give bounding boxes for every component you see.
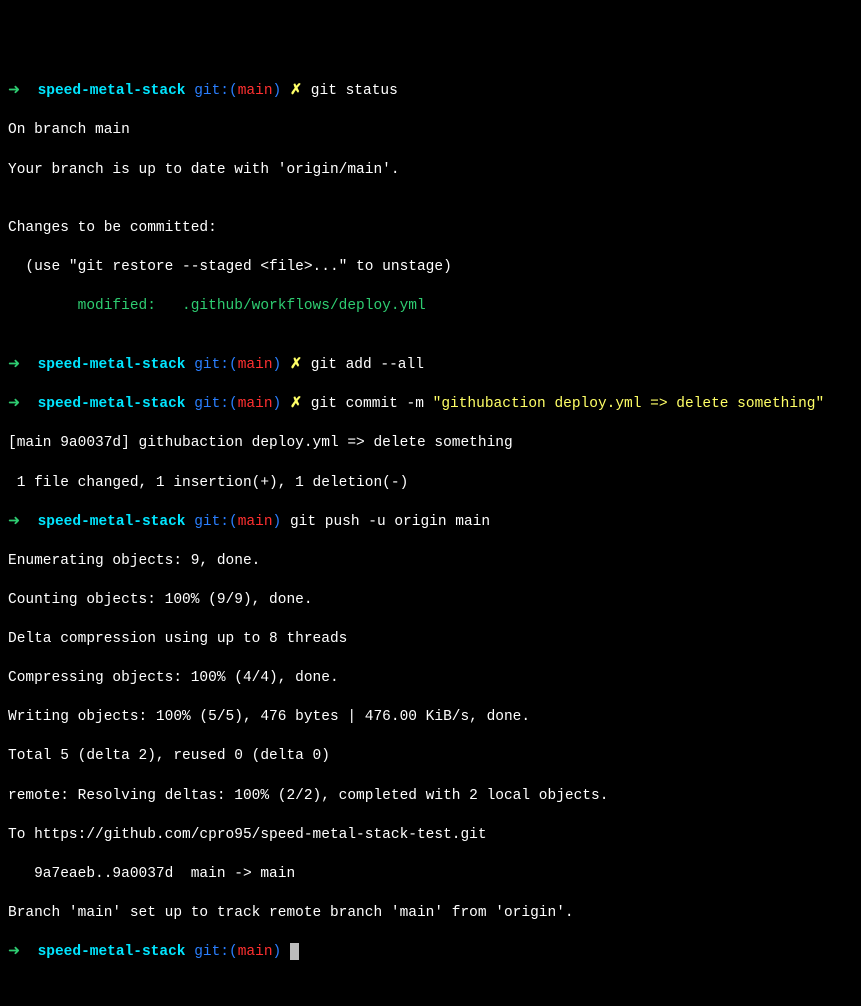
git-branch: main: [238, 83, 273, 99]
commit-msg: "githubaction deploy.yml => delete somet…: [433, 396, 825, 412]
dirty-icon: ✗: [290, 83, 302, 99]
prompt-line-5[interactable]: ➜ speed-metal-stack git:(main): [8, 943, 853, 963]
arrow-icon: ➜: [8, 396, 20, 412]
git-branch: main: [238, 514, 273, 530]
command: git commit -m: [311, 396, 433, 412]
git-label: git:(: [194, 83, 238, 99]
cwd: speed-metal-stack: [38, 83, 186, 99]
output-line: Compressing objects: 100% (4/4), done.: [8, 669, 853, 689]
output-line: 9a7eaeb..9a0037d main -> main: [8, 865, 853, 885]
output-line-staged: modified: .github/workflows/deploy.yml: [8, 297, 853, 317]
command: git add --all: [311, 357, 424, 373]
arrow-icon: ➜: [8, 944, 20, 960]
output-line: remote: Resolving deltas: 100% (2/2), co…: [8, 787, 853, 807]
output-line: Changes to be committed:: [8, 219, 853, 239]
git-label: git:(: [194, 357, 238, 373]
prompt-line-4[interactable]: ➜ speed-metal-stack git:(main) git push …: [8, 513, 853, 533]
command: git push -u origin main: [290, 514, 490, 530]
git-close: ): [273, 396, 282, 412]
output-line: [main 9a0037d] githubaction deploy.yml =…: [8, 434, 853, 454]
output-line: Counting objects: 100% (9/9), done.: [8, 591, 853, 611]
prompt-line-1[interactable]: ➜ speed-metal-stack git:(main) ✗ git sta…: [8, 82, 853, 102]
output-line: (use "git restore --staged <file>..." to…: [8, 258, 853, 278]
arrow-icon: ➜: [8, 83, 20, 99]
git-branch: main: [238, 944, 273, 960]
output-line: Your branch is up to date with 'origin/m…: [8, 161, 853, 181]
command: git status: [311, 83, 398, 99]
cwd: speed-metal-stack: [38, 357, 186, 373]
cursor-icon: [290, 943, 299, 960]
output-line: Delta compression using up to 8 threads: [8, 630, 853, 650]
cwd: speed-metal-stack: [38, 944, 186, 960]
output-line: Total 5 (delta 2), reused 0 (delta 0): [8, 747, 853, 767]
git-close: ): [273, 514, 282, 530]
output-line: On branch main: [8, 121, 853, 141]
git-label: git:(: [194, 944, 238, 960]
cwd: speed-metal-stack: [38, 514, 186, 530]
git-branch: main: [238, 357, 273, 373]
git-close: ): [273, 83, 282, 99]
git-close: ): [273, 357, 282, 373]
arrow-icon: ➜: [8, 514, 20, 530]
output-line: Enumerating objects: 9, done.: [8, 552, 853, 572]
git-close: ): [273, 944, 282, 960]
arrow-icon: ➜: [8, 357, 20, 373]
git-label: git:(: [194, 396, 238, 412]
output-line: Writing objects: 100% (5/5), 476 bytes |…: [8, 708, 853, 728]
git-label: git:(: [194, 514, 238, 530]
dirty-icon: ✗: [290, 357, 302, 373]
output-line: 1 file changed, 1 insertion(+), 1 deleti…: [8, 474, 853, 494]
cwd: speed-metal-stack: [38, 396, 186, 412]
output-line: To https://github.com/cpro95/speed-metal…: [8, 826, 853, 846]
prompt-line-2[interactable]: ➜ speed-metal-stack git:(main) ✗ git add…: [8, 356, 853, 376]
output-line: Branch 'main' set up to track remote bra…: [8, 904, 853, 924]
git-branch: main: [238, 396, 273, 412]
prompt-line-3[interactable]: ➜ speed-metal-stack git:(main) ✗ git com…: [8, 395, 853, 415]
dirty-icon: ✗: [290, 396, 302, 412]
